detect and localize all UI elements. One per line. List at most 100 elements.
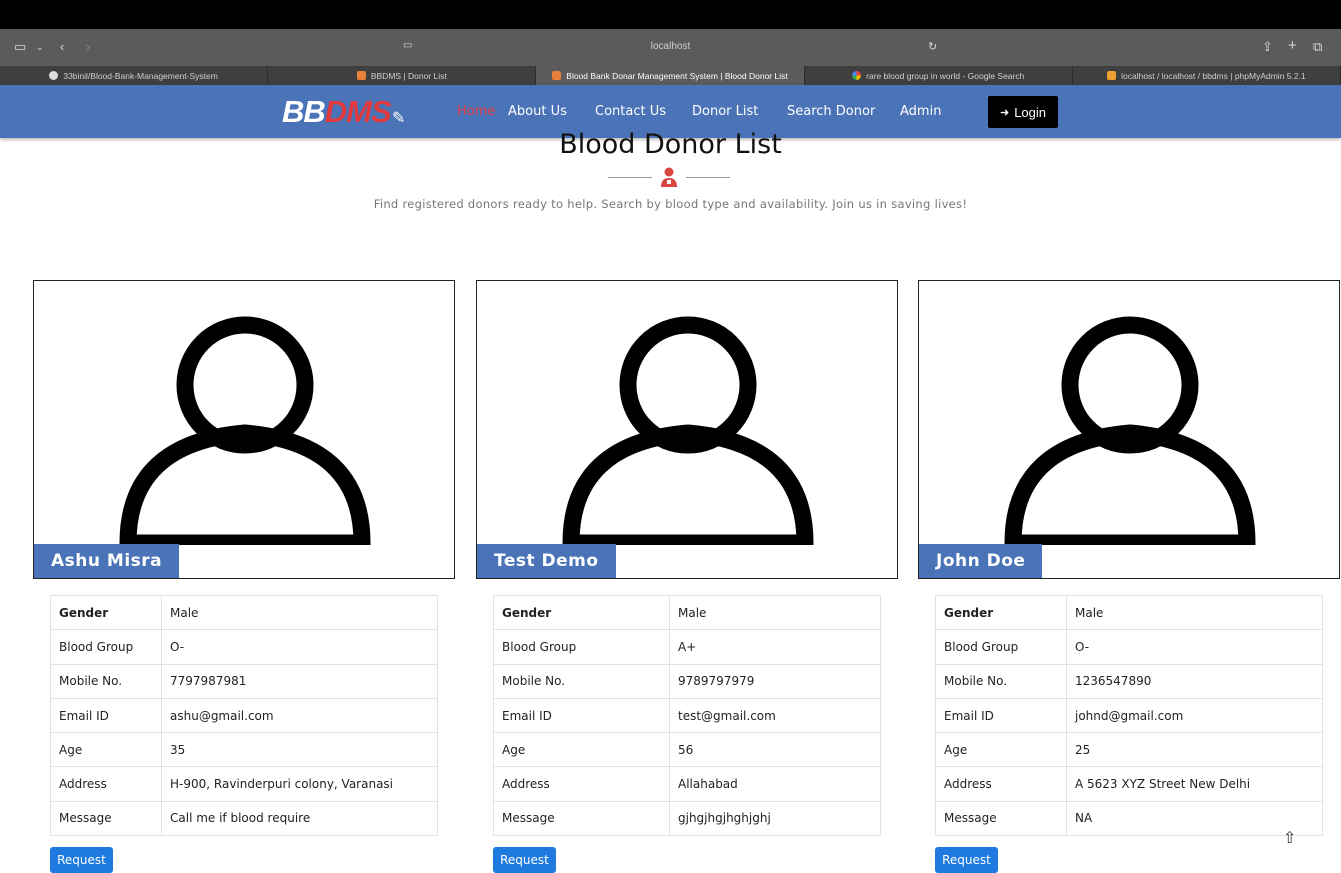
field-value: gjhgjhgjhghjghj [669, 800, 881, 837]
github-icon [49, 71, 59, 80]
table-row: Address A 5623 XYZ Street New Delhi [935, 766, 1323, 802]
field-label: Gender [935, 594, 1067, 631]
divider-line [608, 177, 652, 178]
browser-tabs: 33binil/Blood-Bank-Management-System BBD… [0, 66, 1341, 85]
nav-admin[interactable]: Admin [900, 104, 941, 119]
tab-label: 33binil/Blood-Bank-Management-System [63, 70, 218, 81]
request-button[interactable]: Request [493, 847, 556, 873]
table-row: Address Allahabad [493, 766, 881, 802]
table-row: Blood Group O- [50, 629, 438, 665]
nav-about-us[interactable]: About Us [508, 104, 567, 119]
brand-text-white: BB [282, 94, 326, 129]
table-row: Message gjhgjhgjhghjghj [493, 800, 881, 837]
share-icon[interactable]: ⇪ [1262, 39, 1273, 55]
field-value: Male [1066, 594, 1323, 631]
table-row: Message Call me if blood require [50, 800, 438, 837]
table-row: Email ID ashu@gmail.com [50, 697, 438, 734]
field-value: 7797987981 [161, 663, 438, 699]
nav-search-donor[interactable]: Search Donor [787, 104, 875, 119]
sidebar-toggle-icon[interactable]: ▭ [14, 39, 26, 55]
window-top-bar [0, 0, 1341, 29]
table-row: Age 56 [493, 732, 881, 768]
field-label: Mobile No. [493, 663, 670, 699]
login-button[interactable]: ➜ Login [988, 96, 1058, 128]
nav-donor-list[interactable]: Donor List [692, 104, 758, 119]
forward-icon[interactable]: › [86, 39, 90, 54]
browser-tab[interactable]: BBDMS | Donor List [268, 66, 537, 85]
donor-photo: Test Demo [476, 280, 898, 579]
tab-label: rare blood group in world - Google Searc… [866, 70, 1025, 81]
google-icon [852, 71, 862, 80]
page-title: Blood Donor List [559, 129, 782, 160]
donor-name: John Doe [919, 544, 1043, 578]
user-avatar-icon [562, 316, 814, 545]
field-value: 1236547890 [1066, 663, 1323, 699]
field-label: Gender [50, 594, 162, 631]
pen-icon: ✎ [392, 110, 406, 127]
field-label: Age [50, 732, 162, 768]
field-label: Blood Group [50, 629, 162, 665]
table-row: Gender Male [935, 594, 1323, 631]
tab-label: BBDMS | Donor List [370, 70, 447, 81]
user-avatar-icon [1004, 316, 1256, 545]
field-value: Allahabad [669, 766, 881, 802]
field-label: Message [50, 800, 162, 837]
field-label: Email ID [50, 697, 162, 734]
browser-tab[interactable]: 33binil/Blood-Bank-Management-System [0, 66, 269, 85]
mouse-cursor-icon: ⇧ [1283, 830, 1297, 847]
table-row: Email ID test@gmail.com [493, 697, 881, 734]
title-divider [608, 167, 730, 189]
field-value: A 5623 XYZ Street New Delhi [1066, 766, 1323, 802]
brand-text-red: DMS [324, 94, 392, 129]
field-label: Blood Group [935, 629, 1067, 665]
table-row: Mobile No. 7797987981 [50, 663, 438, 699]
address-bar[interactable]: ▭ localhost ↻ [398, 36, 943, 59]
field-value: test@gmail.com [669, 697, 881, 734]
field-value: Call me if blood require [161, 800, 438, 837]
browser-tab[interactable]: localhost / localhost / bbdms | phpMyAdm… [1073, 66, 1341, 85]
tab-label: localhost / localhost / bbdms | phpMyAdm… [1121, 70, 1306, 81]
table-row: Blood Group O- [935, 629, 1323, 665]
field-value: H-900, Ravinderpuri colony, Varanasi [161, 766, 438, 802]
field-label: Message [493, 800, 670, 837]
chevron-down-icon[interactable]: ⌄ [36, 42, 44, 53]
field-label: Address [935, 766, 1067, 802]
field-label: Blood Group [493, 629, 670, 665]
page-subtitle: Find registered donors ready to help. Se… [373, 197, 968, 211]
table-row: Age 25 [935, 732, 1323, 768]
field-value: O- [161, 629, 438, 665]
site-icon [552, 71, 562, 80]
request-button[interactable]: Request [50, 847, 113, 873]
table-row: Message NA [935, 800, 1323, 837]
tab-overview-icon[interactable]: ⧉ [1313, 39, 1322, 55]
field-value: A+ [669, 629, 881, 665]
donor-name: Ashu Misra [34, 544, 180, 578]
field-label: Age [935, 732, 1067, 768]
table-row: Mobile No. 9789797979 [493, 663, 881, 699]
reload-icon[interactable]: ↻ [928, 40, 937, 53]
new-tab-icon[interactable]: + [1288, 37, 1297, 54]
donor-info-table: Gender Male Blood Group O- Mobile No. 12365… [935, 594, 1323, 837]
table-row: Gender Male [493, 594, 881, 631]
divider-line [686, 177, 730, 178]
table-row: Address H-900, Ravinderpuri colony, Varan… [50, 766, 438, 802]
donor-photo: John Doe [918, 280, 1340, 579]
table-row: Mobile No. 1236547890 [935, 663, 1323, 699]
nav-contact-us[interactable]: Contact Us [595, 104, 666, 119]
nav-home[interactable]: Home [457, 104, 495, 119]
browser-tab-active[interactable]: Blood Bank Donar Management System | Blo… [536, 66, 805, 85]
field-label: Age [493, 732, 670, 768]
back-icon[interactable]: ‹ [60, 39, 64, 54]
field-value: 35 [161, 732, 438, 768]
table-row: Email ID johnd@gmail.com [935, 697, 1323, 734]
field-label: Mobile No. [935, 663, 1067, 699]
browser-tab[interactable]: rare blood group in world - Google Searc… [805, 66, 1073, 85]
request-button[interactable]: Request [935, 847, 998, 873]
field-value: O- [1066, 629, 1323, 665]
browser-toolbar: ▭ ⌄ ‹ › ▭ localhost ↻ ⇪ + ⧉ [0, 29, 1341, 66]
brand-logo[interactable]: BBDMS [282, 94, 392, 130]
field-label: Email ID [493, 697, 670, 734]
url-text: localhost [650, 41, 691, 52]
field-value: 25 [1066, 732, 1323, 768]
tab-label: Blood Bank Donar Management System | Blo… [566, 70, 788, 81]
